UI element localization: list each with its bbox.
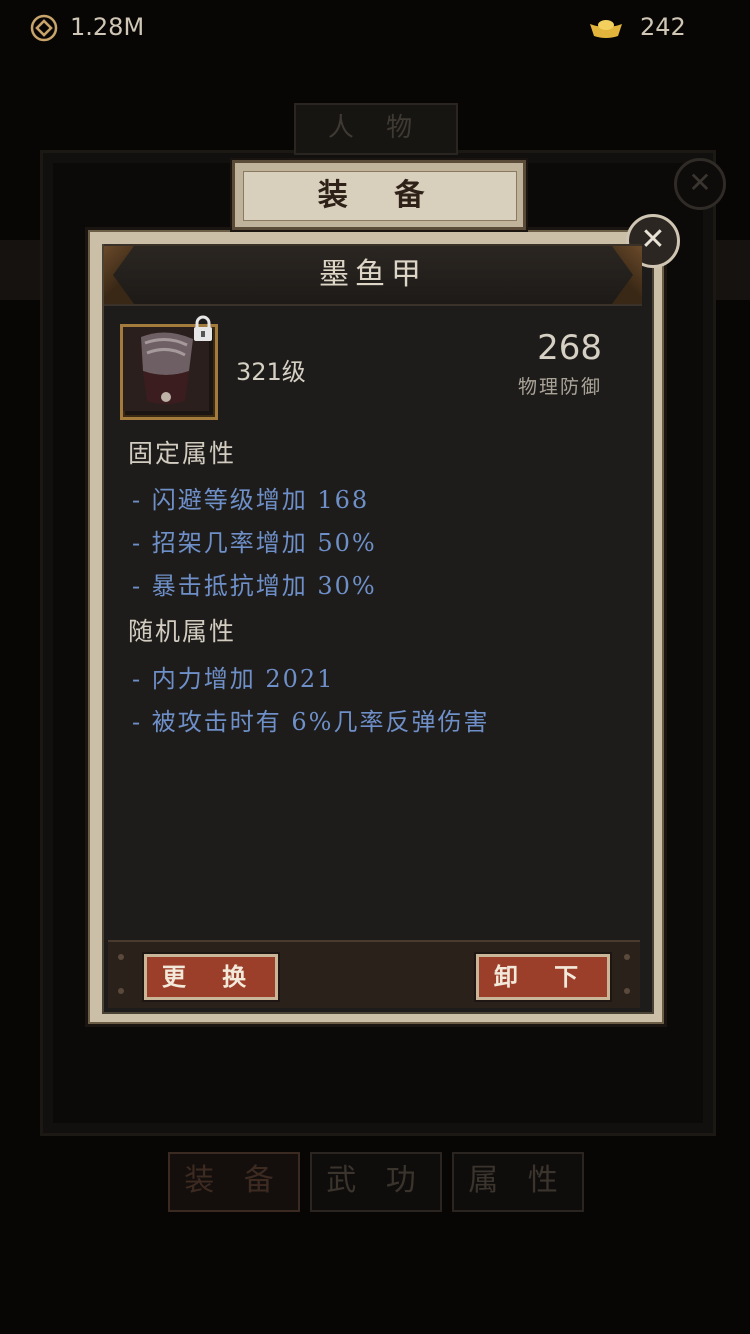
item-name: 墨鱼甲 — [319, 257, 427, 292]
currency-bar: 1.28M 242 — [0, 0, 750, 60]
tab-martial-arts[interactable]: 武 功 — [310, 1152, 442, 1212]
bottom-tabs: 装 备 武 功 属 性 — [168, 1152, 588, 1212]
item-level: 321级 — [236, 358, 306, 386]
fixed-attribute: - 暴击抵抗增加 30% — [132, 572, 377, 600]
decorative-stud — [118, 954, 124, 960]
background-panel-title: 人 物 — [294, 103, 458, 155]
decorative-stud — [624, 954, 630, 960]
gold-ingot-icon — [590, 20, 622, 38]
ingot-value: 242 — [640, 13, 686, 41]
stat-value: 268 — [537, 328, 602, 368]
random-attribute: - 内力增加 2021 — [132, 665, 335, 693]
coin-icon — [30, 14, 58, 42]
tab-attributes[interactable]: 属 性 — [452, 1152, 584, 1212]
background-close-icon: ✕ — [674, 158, 726, 210]
replace-button[interactable]: 更 换 — [144, 954, 278, 1000]
decorative-stud — [118, 988, 124, 994]
lock-icon — [194, 315, 212, 341]
fixed-attribute: - 招架几率增加 50% — [132, 529, 377, 557]
random-attributes-title: 随机属性 — [128, 617, 237, 646]
fixed-attribute: - 闪避等级增加 168 — [132, 486, 370, 514]
dialog-header-label: 装 备 — [243, 171, 517, 221]
stat-label: 物理防御 — [517, 376, 602, 398]
decorative-stud — [624, 988, 630, 994]
background-decoration — [710, 240, 750, 300]
item-title-bar: 墨鱼甲 — [104, 244, 642, 306]
coin-value: 1.28M — [70, 13, 145, 41]
unequip-button[interactable]: 卸 下 — [476, 954, 610, 1000]
tab-equipment[interactable]: 装 备 — [168, 1152, 300, 1212]
random-attribute: - 被攻击时有 6%几率反弹伤害 — [132, 708, 490, 736]
dialog-header-tab: 装 备 — [232, 160, 526, 230]
background-decoration — [0, 240, 40, 300]
fixed-attributes-title: 固定属性 — [128, 439, 237, 468]
